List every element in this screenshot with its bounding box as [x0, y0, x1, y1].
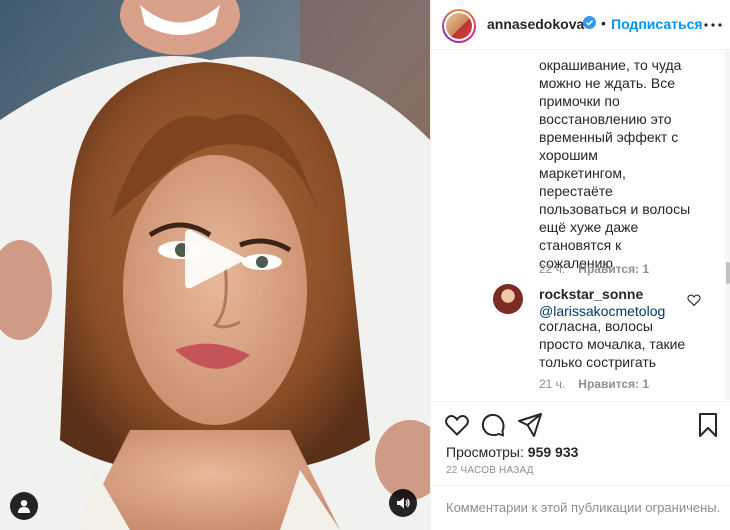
commenter-avatar[interactable] [493, 284, 523, 314]
comment-line: перестаёте [539, 183, 613, 199]
comment-line: становятся к [539, 237, 622, 253]
author-avatar[interactable] [442, 9, 476, 43]
comment-line: ещё хуже даже [539, 219, 639, 235]
post-header: annasedokova • Подписаться [431, 0, 730, 50]
comment-text: окрашивание, то чуда можно не ждать. Все… [539, 56, 699, 272]
comment-line: временный эффект с [539, 129, 679, 145]
follow-button[interactable]: Подписаться [611, 16, 703, 32]
post-details-panel: annasedokova • Подписаться окрашивание, … [430, 0, 730, 530]
more-icon[interactable] [701, 15, 725, 35]
bookmark-icon[interactable] [695, 412, 721, 438]
scrollbar-track[interactable] [725, 51, 730, 400]
comment-line: маркетингом, [539, 165, 626, 181]
commenter-username[interactable]: rockstar_sonne [539, 286, 643, 302]
author-username[interactable]: annasedokova [487, 16, 584, 32]
views-count[interactable]: Просмотры: 959 933 [446, 444, 578, 460]
comment-line: пользоваться и волосы [539, 201, 691, 217]
comment-likes[interactable]: Нравится: 1 [578, 377, 649, 391]
sound-icon [397, 497, 410, 509]
comment-line: можно не ждать. Все [539, 75, 676, 91]
play-icon [185, 229, 247, 289]
views-label: Просмотры: [446, 444, 524, 460]
comment-line: примочки по [539, 93, 620, 109]
post-time[interactable]: 22 ЧАСОВ НАЗАД [446, 465, 534, 476]
user-tag-icon [18, 500, 30, 513]
comment-meta: 21 ч. Нравится: 1 [539, 377, 649, 391]
sound-toggle-button[interactable] [389, 489, 417, 517]
comment-line: окрашивание, то чуда [539, 57, 682, 73]
play-button[interactable] [181, 226, 251, 292]
comment-icon[interactable] [480, 412, 506, 438]
comment-line: восстановлению это [539, 111, 672, 127]
header-separator: • [601, 15, 606, 31]
comment-time: 21 ч. [539, 377, 566, 391]
comment-likes[interactable]: Нравится: 1 [578, 262, 649, 276]
comment-line: согласна, волосы [539, 318, 653, 334]
verified-icon [583, 16, 596, 29]
share-icon[interactable] [517, 412, 543, 438]
comment-line: просто мочалка, такие [539, 336, 686, 352]
comment-line: только состригать [539, 354, 657, 370]
comment-text: согласна, волосы просто мочалка, такие т… [539, 317, 699, 371]
comment-time: 22 ч. [539, 262, 566, 276]
scrollbar-thumb[interactable] [726, 262, 730, 284]
comments-limited-notice: Комментарии к этой публикации ограничены… [431, 485, 730, 530]
comments-list[interactable]: окрашивание, то чуда можно не ждать. Все… [431, 51, 730, 400]
heart-icon[interactable] [444, 412, 470, 438]
views-value: 959 933 [527, 444, 579, 460]
comment-meta: 22 ч. Нравится: 1 [539, 262, 649, 276]
heart-icon[interactable] [687, 293, 701, 307]
comment-line: хорошим [539, 147, 598, 163]
tagged-users-button[interactable] [10, 492, 38, 520]
post-video[interactable] [0, 0, 430, 530]
